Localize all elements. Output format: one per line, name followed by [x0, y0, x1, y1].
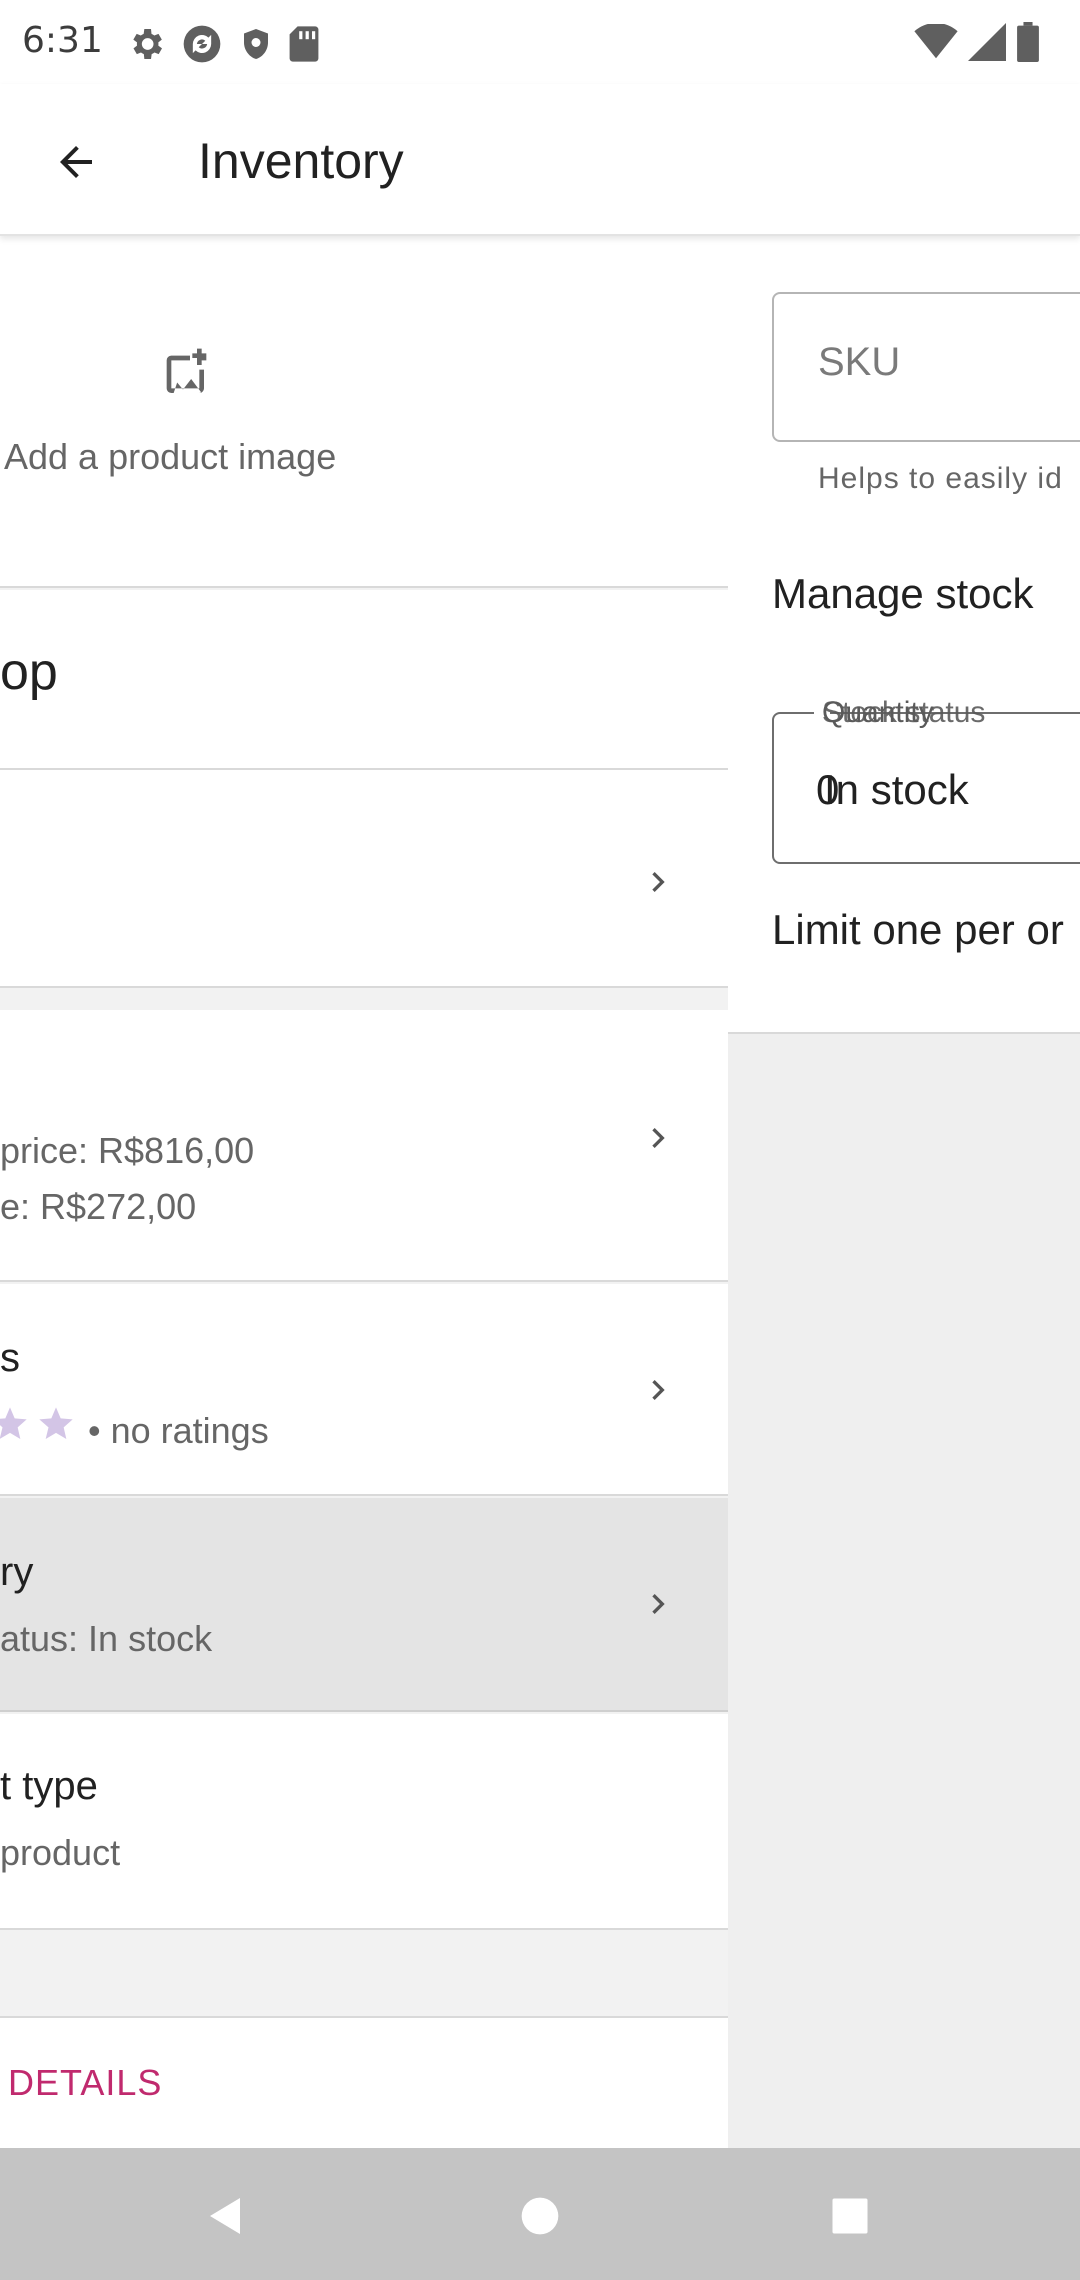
sku-input[interactable]: SKU — [772, 292, 1080, 442]
inventory-title: ry — [0, 1550, 34, 1594]
rating-stars — [0, 1404, 76, 1449]
stock-field-label-bg: Quantity Stock status — [814, 696, 985, 732]
product-type-value: product — [0, 1832, 121, 1873]
product-type-row[interactable]: t type product — [0, 1714, 728, 1930]
nav-recents-button[interactable] — [810, 2178, 890, 2258]
sd-card-icon — [288, 24, 320, 64]
shield-icon — [238, 24, 274, 64]
battery-icon — [1016, 22, 1040, 62]
home-circle-icon — [518, 2194, 562, 2243]
regular-price: price: R$816,00 — [0, 1130, 255, 1171]
description-row[interactable] — [0, 770, 728, 988]
stock-status-field[interactable]: Quantity Stock status 0 In stock — [772, 696, 1080, 864]
chevron-right-icon — [638, 1118, 678, 1158]
sku-placeholder: SKU — [818, 340, 901, 384]
add-photo-icon — [162, 344, 218, 405]
system-nav-bar — [0, 2148, 1080, 2280]
star-icon — [36, 1404, 76, 1449]
ratings-count: • no ratings — [88, 1410, 269, 1451]
product-detail-pane: Add a product image op price: R$816,00 e… — [0, 238, 728, 2148]
product-type-title: t type — [0, 1764, 98, 1808]
product-name-row[interactable]: op — [0, 590, 728, 770]
chevron-right-icon — [638, 1370, 678, 1410]
status-bar: 6:31 — [0, 0, 1080, 84]
details-button[interactable]: DETAILS — [8, 2062, 162, 2104]
app-bar: Inventory — [0, 84, 1080, 236]
inventory-form-card: SKU Helps to easily id Manage stock Quan… — [728, 238, 1080, 1034]
nav-back-button[interactable] — [186, 2178, 266, 2258]
product-name: op — [0, 643, 58, 701]
inventory-row[interactable]: ry atus: In stock — [0, 1498, 728, 1712]
back-button[interactable] — [36, 124, 116, 204]
details-section: DETAILS — [0, 2016, 728, 2148]
status-icons-left — [126, 22, 320, 66]
signal-icon — [968, 23, 1006, 61]
add-product-image-area[interactable]: Add a product image — [0, 238, 728, 588]
price-row[interactable]: price: R$816,00 e: R$272,00 — [0, 1010, 728, 1282]
sku-helper-text: Helps to easily id — [818, 462, 1063, 495]
recents-square-icon — [829, 2195, 871, 2242]
stock-status-label: Stock status — [822, 696, 986, 729]
nav-home-button[interactable] — [500, 2178, 580, 2258]
page-title: Inventory — [198, 133, 404, 189]
status-time: 6:31 — [22, 20, 103, 61]
arrow-back-icon — [52, 138, 100, 191]
add-image-label: Add a product image — [4, 436, 337, 477]
manage-stock-toggle-label[interactable]: Manage stock — [772, 570, 1033, 618]
inventory-status: atus: In stock — [0, 1618, 213, 1659]
reviews-row[interactable]: s • no ratings — [0, 1284, 728, 1496]
chevron-right-icon — [638, 862, 678, 902]
gear-icon — [126, 24, 166, 64]
chevron-right-icon — [638, 1584, 678, 1624]
back-triangle-icon — [202, 2192, 250, 2245]
wifi-icon — [914, 24, 958, 60]
limit-one-per-order-label[interactable]: Limit one per or — [772, 906, 1064, 954]
stock-status-value: In stock — [824, 766, 969, 813]
inventory-form-pane: SKU Helps to easily id Manage stock Quan… — [728, 238, 1080, 2148]
status-icons-right — [914, 22, 1040, 62]
sync-icon — [180, 22, 224, 66]
sale-price: e: R$272,00 — [0, 1186, 197, 1227]
reviews-title: s — [0, 1336, 20, 1380]
star-icon — [0, 1404, 30, 1449]
